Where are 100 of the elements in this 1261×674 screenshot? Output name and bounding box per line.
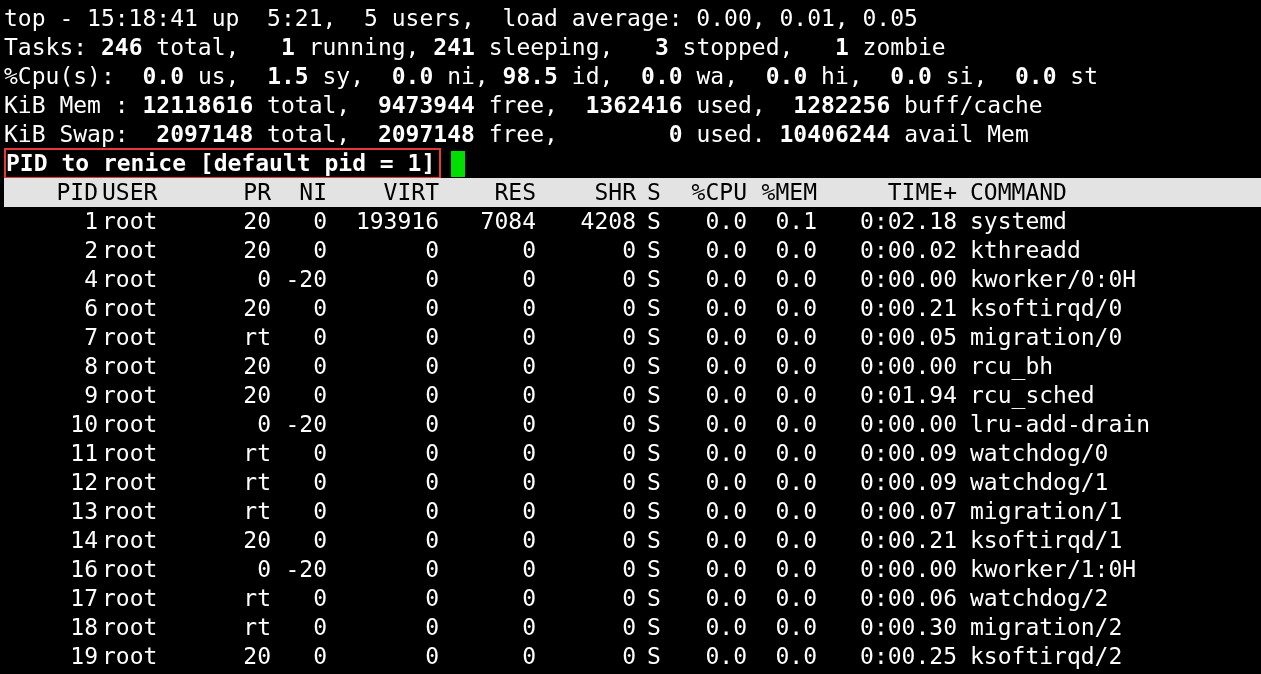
table-cell-text: 0 xyxy=(424,555,439,584)
table-cell-text: S xyxy=(646,265,662,294)
table-cell-text: rt xyxy=(242,584,271,613)
table-cell-text: 0.0 xyxy=(704,555,747,584)
table-cell-text: 0:00.21 xyxy=(859,526,957,555)
table-cell-text: 0 xyxy=(521,584,536,613)
table-cell-text: rt xyxy=(242,468,271,497)
table-cell-text: 0 xyxy=(521,352,536,381)
table-cell-text: rcu_bh xyxy=(969,352,1055,381)
table-cell-text: watchdog/0 xyxy=(969,439,1110,468)
table-cell-text: 0.1 xyxy=(774,207,817,236)
table-cell-text: S xyxy=(646,294,662,323)
table-cell-text: root xyxy=(101,265,159,294)
table-cell-text: 20 xyxy=(242,236,271,265)
table-cell-text: 0 xyxy=(424,468,439,497)
table-cell-text: 0.0 xyxy=(774,265,817,294)
table-cell-text: 17 xyxy=(69,584,98,613)
table-cell-text: S xyxy=(646,584,662,613)
table-cell-text: 0.0 xyxy=(704,526,747,555)
table-cell-text: 0:00.00 xyxy=(859,410,957,439)
table-cell-text: root xyxy=(101,555,159,584)
table-cell-text: migration/2 xyxy=(969,613,1124,642)
table-cell-text: 0.0 xyxy=(774,410,817,439)
table-cell-text: 0 xyxy=(621,381,636,410)
table-cell-text: rt xyxy=(242,613,271,642)
table-cell-text: 0.0 xyxy=(704,294,747,323)
table-cell-text: 0 xyxy=(312,323,327,352)
table-cell-text: 0 xyxy=(424,439,439,468)
table-cell-text: 0 xyxy=(521,468,536,497)
table-cell-text: 193916 xyxy=(354,207,439,236)
table-cell-text: 0 xyxy=(312,236,327,265)
column-header: PID xyxy=(55,178,98,207)
table-cell-text: 0.0 xyxy=(704,410,747,439)
table-cell-text: 0 xyxy=(621,352,636,381)
table-cell-text: 0 xyxy=(621,410,636,439)
table-cell-text: systemd xyxy=(969,207,1068,236)
table-cell-text: S xyxy=(646,497,662,526)
table-cell-text: 8 xyxy=(83,352,98,381)
table-cell-text: 0 xyxy=(312,497,327,526)
column-header: %MEM xyxy=(760,178,817,207)
table-cell-text: 0:00.30 xyxy=(859,613,957,642)
table-cell-text: 0 xyxy=(424,526,439,555)
table-cell-text: 0 xyxy=(521,236,536,265)
summary-line: Tasks: 246 total, 1 running, 241 sleeping, 3 stopped, 1 zombie xyxy=(4,33,947,62)
text-cursor xyxy=(451,150,466,177)
table-cell-text: S xyxy=(646,381,662,410)
table-cell-text: 0 xyxy=(312,381,327,410)
table-cell-text: root xyxy=(101,236,159,265)
table-cell-text: 0.0 xyxy=(704,584,747,613)
table-cell-text: 0 xyxy=(312,468,327,497)
table-cell-text: ksoftirqd/1 xyxy=(969,526,1124,555)
column-header: RES xyxy=(493,178,536,207)
table-cell-text: 0.0 xyxy=(774,236,817,265)
table-cell-text: 0:01.94 xyxy=(859,381,957,410)
column-header: COMMAND xyxy=(969,178,1068,207)
table-cell-text: 0 xyxy=(621,439,636,468)
table-cell-text: lru-add-drain xyxy=(969,410,1151,439)
table-cell-text: 0 xyxy=(521,439,536,468)
table-cell-text: 0 xyxy=(424,613,439,642)
table-cell-text: 0.0 xyxy=(774,468,817,497)
table-cell-text: 0.0 xyxy=(774,381,817,410)
column-header: PR xyxy=(242,178,271,207)
table-cell-text: S xyxy=(646,613,662,642)
table-cell-text: 20 xyxy=(242,526,271,555)
table-cell-text: 20 xyxy=(242,381,271,410)
table-cell-text: 16 xyxy=(69,555,98,584)
table-cell-text: 0 xyxy=(521,294,536,323)
table-cell-text: 13 xyxy=(69,497,98,526)
table-cell-text: 0.0 xyxy=(774,526,817,555)
table-cell-text: 0.0 xyxy=(774,613,817,642)
table-cell-text: 0.0 xyxy=(774,439,817,468)
table-cell-text: root xyxy=(101,439,159,468)
table-cell-text: 0 xyxy=(256,265,271,294)
table-cell-text: 18 xyxy=(69,613,98,642)
table-cell-text: 0 xyxy=(521,265,536,294)
table-cell-text: 0.0 xyxy=(774,294,817,323)
table-cell-text: 20 xyxy=(242,642,271,671)
table-cell-text: 0 xyxy=(521,410,536,439)
summary-line: KiB Mem : 12118616 total, 9473944 free, 1362416 used, 1282256 buff/cache xyxy=(4,91,1044,120)
table-cell-text: 0:00.06 xyxy=(859,584,957,613)
table-cell-text: 0.0 xyxy=(704,439,747,468)
table-cell-text: 0 xyxy=(521,381,536,410)
table-cell-text: 0:00.07 xyxy=(859,497,957,526)
table-cell-text: kthreadd xyxy=(969,236,1082,265)
table-cell-text: 0.0 xyxy=(704,352,747,381)
table-cell-text: 0.0 xyxy=(774,555,817,584)
table-cell-text: 0:00.02 xyxy=(859,236,957,265)
table-cell-text: 0 xyxy=(621,584,636,613)
table-cell-text: root xyxy=(101,497,159,526)
column-header: TIME+ xyxy=(886,178,957,207)
table-cell-text: 0 xyxy=(312,352,327,381)
table-cell-text: 0 xyxy=(256,555,271,584)
table-cell-text: 4 xyxy=(83,265,98,294)
table-cell-text: S xyxy=(646,410,662,439)
table-cell-text: kworker/1:0H xyxy=(969,555,1138,584)
table-cell-text: 6 xyxy=(83,294,98,323)
table-cell-text: migration/0 xyxy=(969,323,1124,352)
table-cell-text: 0.0 xyxy=(704,642,747,671)
table-cell-text: 0.0 xyxy=(704,381,747,410)
table-cell-text: 0 xyxy=(621,236,636,265)
